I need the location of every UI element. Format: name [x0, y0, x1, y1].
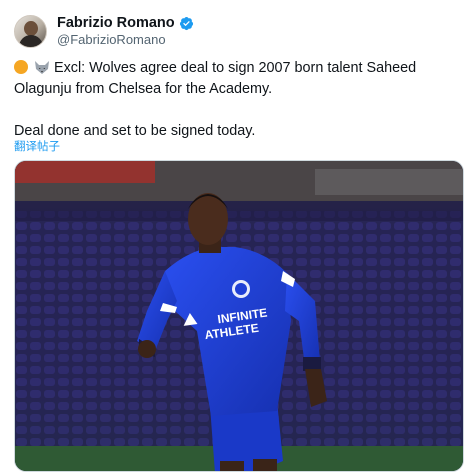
- tweet-media[interactable]: INFINITE ATHLETE: [14, 160, 464, 472]
- author-names: Fabrizio Romano @FabrizioRomano: [57, 15, 194, 47]
- author-handle[interactable]: @FabrizioRomano: [57, 32, 194, 47]
- tweet-text-line-1: Excl: Wolves agree deal to sign 2007 bor…: [14, 60, 417, 97]
- avatar[interactable]: [14, 14, 47, 48]
- verified-badge-icon: [179, 16, 193, 30]
- author-display-name[interactable]: Fabrizio Romano: [57, 15, 175, 31]
- tweet-text-line-2: Deal done and set to be signed today.: [14, 123, 256, 139]
- translate-post-link[interactable]: 翻译帖子: [14, 138, 60, 154]
- tweet-paragraph-1: Excl: Wolves agree deal to sign 2007 bor…: [14, 58, 464, 100]
- wolf-icon: [35, 61, 49, 74]
- tweet-header: Fabrizio Romano @FabrizioRomano: [14, 14, 194, 48]
- tweet-text: Excl: Wolves agree deal to sign 2007 bor…: [14, 58, 464, 142]
- orange-circle-icon: [14, 60, 28, 74]
- player-photo: INFINITE ATHLETE: [15, 161, 463, 471]
